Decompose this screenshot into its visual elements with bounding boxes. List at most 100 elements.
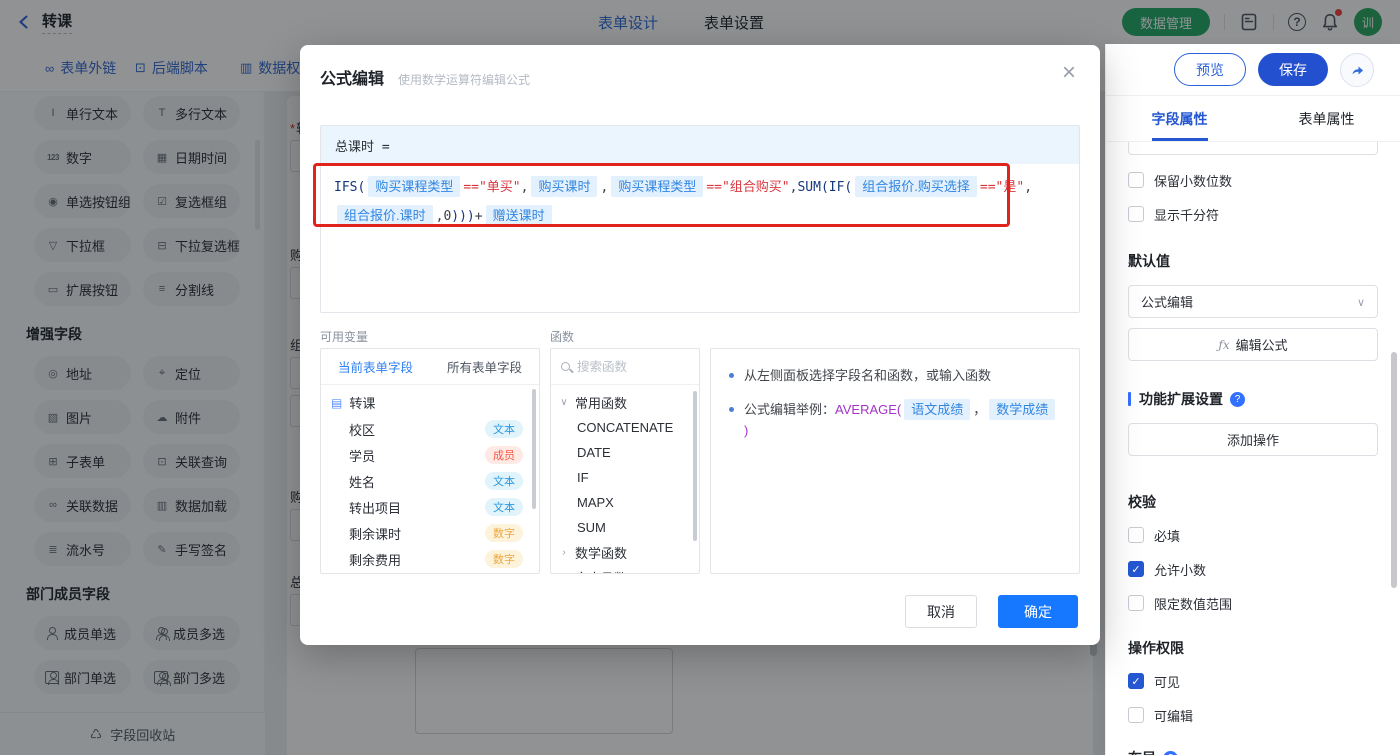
functions-scrollbar[interactable]: [693, 391, 697, 541]
function-item[interactable]: SUM: [551, 515, 699, 540]
example-close-paren: ): [744, 423, 749, 438]
bullet-icon: [729, 373, 734, 378]
example-function: AVERAGE(: [835, 402, 902, 417]
properties-tabs: 字段属性 表单属性: [1106, 96, 1400, 142]
formula-field-chip[interactable]: 购买课程类型: [368, 176, 461, 197]
permission-title: 操作权限: [1128, 640, 1184, 656]
edit-formula-label: 编辑公式: [1235, 338, 1288, 353]
formula-result-label: 总课时 =: [321, 126, 1079, 164]
clipped-input-stub[interactable]: [1128, 142, 1378, 155]
chevron-right-icon: ›: [559, 572, 569, 573]
preview-button[interactable]: 预览: [1174, 53, 1246, 86]
variables-list: 校区文本学员成员姓名文本转出项目文本剩余课时数字剩余费用数字文本: [321, 416, 539, 573]
default-value-label: 默认值: [1128, 253, 1170, 269]
help-content: 从左侧面板选择字段名和函数，或输入函数 公式编辑举例：AVERAGE(语文成绩，…: [711, 349, 1079, 470]
checkbox-label: 保留小数位数: [1154, 173, 1233, 189]
checkbox-icon[interactable]: [1128, 595, 1144, 611]
formula-content[interactable]: IFS(购买课程类型 =="单买", 购买课时, 购买课程类型 =="组合购买",SUM…: [321, 164, 1079, 240]
variable-row[interactable]: 姓名 文本: [321, 468, 539, 494]
example-prefix: 公式编辑举例：: [744, 402, 836, 417]
cancel-button[interactable]: 取消: [905, 595, 977, 628]
validation-option-row[interactable]: ✓ 允许小数: [1128, 558, 1378, 580]
save-button[interactable]: 保存: [1258, 53, 1328, 86]
share-button[interactable]: [1340, 52, 1374, 87]
properties-scrollbar[interactable]: [1391, 352, 1397, 588]
search-icon: [561, 362, 570, 371]
variable-type-badge: 成员: [485, 446, 523, 464]
variable-row[interactable]: 学员 成员: [321, 442, 539, 468]
variable-row[interactable]: 剩余费用 数字: [321, 546, 539, 572]
function-item[interactable]: CONCATENATE: [551, 415, 699, 440]
function-group[interactable]: › 文本函数: [551, 565, 699, 573]
checkbox-label: 限定数值范围: [1154, 596, 1233, 612]
function-item[interactable]: MAPX: [551, 490, 699, 515]
formula-token: =="组合购买": [706, 180, 790, 195]
variables-root-label: 转课: [349, 395, 376, 411]
checkbox-checked-icon[interactable]: ✓: [1128, 561, 1144, 577]
checkbox-icon[interactable]: [1128, 707, 1144, 723]
number-option-row[interactable]: 显示千分符: [1128, 203, 1378, 225]
number-option-row[interactable]: 保留小数位数: [1128, 169, 1378, 191]
default-value-select[interactable]: 公式编辑: [1128, 285, 1378, 318]
variable-row[interactable]: 剩余课时 数字: [321, 520, 539, 546]
form-doc-icon: [331, 395, 342, 410]
function-group-label: 常用函数: [575, 396, 628, 411]
validation-title: 校验: [1128, 494, 1156, 510]
permission-option-row[interactable]: 可编辑: [1128, 704, 1378, 726]
checkbox-checked-icon[interactable]: ✓: [1128, 673, 1144, 689]
variable-row[interactable]: 校区 文本: [321, 416, 539, 442]
function-group[interactable]: ∨ 常用函数: [551, 390, 699, 415]
formula-editor[interactable]: 总课时 = IFS(购买课程类型 =="单买", 购买课时, 购买课程类型 =="组合购…: [320, 125, 1080, 313]
formula-field-chip[interactable]: 购买课时: [531, 176, 598, 197]
help-badge-icon[interactable]: [1163, 750, 1178, 755]
help-example: 公式编辑举例：AVERAGE(语文成绩，数学成绩): [729, 399, 1061, 441]
function-group-label: 文本函数: [575, 568, 627, 573]
function-search-input[interactable]: [577, 359, 669, 374]
validation-option-row[interactable]: 限定数值范围: [1128, 592, 1378, 614]
variable-type-badge: 数字: [485, 550, 523, 568]
function-group[interactable]: › 数学函数: [551, 540, 699, 565]
tab-form-properties[interactable]: 表单属性: [1253, 96, 1400, 141]
variables-scrollbar[interactable]: [532, 389, 536, 509]
function-item[interactable]: IF: [551, 465, 699, 490]
checkbox-icon[interactable]: [1128, 172, 1144, 188]
checkbox-icon[interactable]: [1128, 206, 1144, 222]
fx-icon: [1218, 337, 1229, 352]
layout-title: 布局: [1128, 748, 1156, 755]
layout-section-header: 布局: [1128, 748, 1378, 755]
confirm-button[interactable]: 确定: [998, 595, 1078, 628]
formula-field-chip[interactable]: 购买课程类型: [611, 176, 704, 197]
variable-type-badge: 文本: [485, 472, 523, 490]
section-bar: [1128, 392, 1131, 406]
default-value-selected: 公式编辑: [1141, 295, 1194, 310]
variables-tabs: 当前表单字段 所有表单字段: [321, 349, 539, 385]
formula-field-chip[interactable]: 组合报价.购买选择: [855, 176, 977, 197]
checkbox-icon[interactable]: [1128, 527, 1144, 543]
variable-row[interactable]: 转出项目 文本: [321, 494, 539, 520]
add-action-button[interactable]: 添加操作: [1128, 423, 1378, 456]
formula-field-chip[interactable]: 赠送课时: [485, 205, 552, 226]
validation-option-row[interactable]: 必填: [1128, 524, 1378, 546]
variable-name: 剩余费用: [349, 552, 402, 568]
variables-root-node[interactable]: 转课: [321, 388, 539, 416]
chevron-right-icon: ›: [562, 547, 566, 558]
variable-row[interactable]: 文本: [321, 572, 539, 573]
function-search: [551, 349, 699, 385]
permission-option-row[interactable]: ✓ 可见: [1128, 670, 1378, 692]
chevron-down-icon: ∨: [560, 397, 568, 408]
permission-options: ✓ 可见可编辑: [1128, 670, 1378, 726]
close-icon[interactable]: [1062, 61, 1076, 85]
variable-type-badge: 文本: [485, 498, 523, 516]
checkbox-label: 显示千分符: [1154, 207, 1220, 223]
modal-overlay-top: [1105, 0, 1400, 44]
help-badge-icon[interactable]: [1230, 391, 1245, 407]
function-item[interactable]: DATE: [551, 440, 699, 465]
edit-formula-button[interactable]: 编辑公式: [1128, 328, 1378, 361]
tab-all-form-fields[interactable]: 所有表单字段: [430, 349, 539, 384]
tab-field-properties[interactable]: 字段属性: [1106, 96, 1253, 141]
tab-current-form-fields[interactable]: 当前表单字段: [321, 349, 430, 384]
bullet-icon: [729, 407, 734, 412]
formula-token: ,0: [435, 209, 452, 224]
variable-name: 转出项目: [349, 500, 402, 516]
formula-field-chip[interactable]: 组合报价.课时: [337, 205, 433, 226]
